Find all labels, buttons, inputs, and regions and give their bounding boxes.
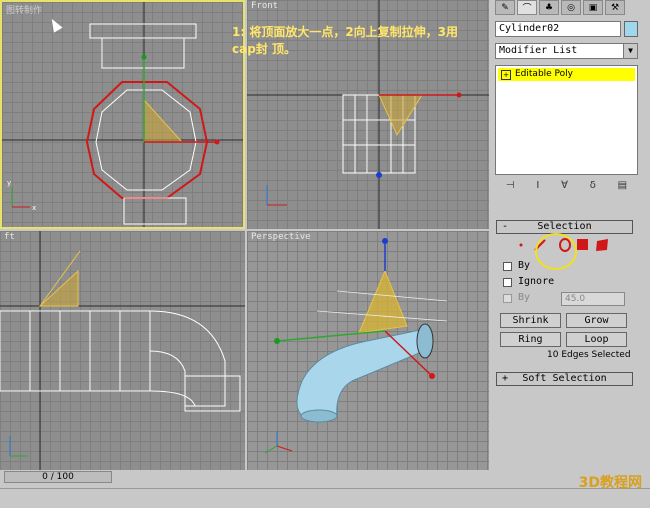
grow-button[interactable]: Grow xyxy=(566,313,627,328)
axis-y-label: y xyxy=(7,179,11,187)
viewport-top[interactable]: 图转制作 x y xyxy=(0,0,245,229)
selection-rollout-header[interactable]: - Selection xyxy=(496,220,633,234)
stack-toolbar: ⊣ Ⅰ ∀ δ ▤ xyxy=(495,180,638,194)
viewport-perspective[interactable]: Perspective xyxy=(247,231,489,470)
by-angle-label: By xyxy=(518,292,531,303)
time-slider-bar: 0 / 100 xyxy=(0,470,491,485)
expand-icon: + xyxy=(502,373,509,384)
modifier-stack[interactable]: + Editable Poly xyxy=(495,65,638,175)
tutorial-annotation: 1: 将顶面放大一点，2向上复制拉伸，3用cap封 顶。 xyxy=(232,25,459,56)
by-vertex-label: By xyxy=(518,260,531,271)
ring-button[interactable]: Ring xyxy=(500,332,561,347)
stack-item-editable-poly[interactable]: + Editable Poly xyxy=(498,68,635,81)
track-bar[interactable] xyxy=(0,488,650,508)
pin-stack-icon[interactable]: ⊣ xyxy=(506,180,515,194)
selection-rollout-title: Selection xyxy=(537,221,592,232)
axis-x-label: x xyxy=(32,204,36,212)
time-slider[interactable]: 0 / 100 xyxy=(4,471,112,483)
modifier-list-dropdown[interactable]: Modifier List ▼ xyxy=(495,43,638,59)
vertex-icon[interactable] xyxy=(519,243,523,247)
frame-counter: 0 / 100 xyxy=(42,472,74,482)
object-color-swatch[interactable] xyxy=(624,21,638,37)
hierarchy-icon[interactable]: ♣ xyxy=(539,0,559,15)
modify-icon[interactable]: ⌒ xyxy=(517,0,537,15)
ignore-backfacing-label: Ignore xyxy=(518,276,555,287)
stack-item-label: Editable Poly xyxy=(515,69,573,79)
show-end-result-icon[interactable]: Ⅰ xyxy=(536,180,539,194)
by-vertex-checkbox[interactable] xyxy=(503,262,512,271)
watermark-logo: 3D教程网 xyxy=(578,475,642,491)
top-view-wireframe: x y xyxy=(2,2,243,227)
configure-sets-icon[interactable]: ▤ xyxy=(618,180,627,194)
chevron-down-icon[interactable]: ▼ xyxy=(623,44,637,58)
by-angle-checkbox[interactable] xyxy=(503,294,512,303)
create-icon[interactable]: ✎ xyxy=(495,0,515,15)
highlight-circle xyxy=(535,233,577,270)
shrink-button[interactable]: Shrink xyxy=(500,313,561,328)
viewport-left[interactable]: ft xyxy=(0,231,245,470)
utilities-icon[interactable]: ⚒ xyxy=(605,0,625,15)
angle-value: 45.0 xyxy=(565,294,586,304)
motion-icon[interactable]: ◎ xyxy=(561,0,581,15)
display-icon[interactable]: ▣ xyxy=(583,0,603,15)
collapse-icon: - xyxy=(502,221,509,232)
loop-button[interactable]: Loop xyxy=(566,332,627,347)
modifier-list-label: Modifier List xyxy=(499,45,578,56)
expand-icon[interactable]: + xyxy=(501,70,511,80)
polygon-icon[interactable] xyxy=(577,239,588,250)
element-icon[interactable] xyxy=(596,239,608,251)
ignore-backfacing-checkbox[interactable] xyxy=(503,278,512,287)
perspective-model xyxy=(264,238,448,454)
make-unique-icon[interactable]: ∀ xyxy=(561,180,568,194)
soft-selection-rollout-header[interactable]: + Soft Selection xyxy=(496,372,633,386)
command-panel-tabs: ✎ ⌒ ♣ ◎ ▣ ⚒ xyxy=(495,0,645,15)
soft-selection-title: Soft Selection xyxy=(522,373,607,384)
object-name-field[interactable]: Cylinder02 xyxy=(495,21,621,37)
angle-spinner[interactable]: 45.0 xyxy=(561,292,625,306)
selection-status: 10 Edges Selected xyxy=(547,350,631,360)
remove-modifier-icon[interactable]: δ xyxy=(590,180,596,194)
left-view-wireframe xyxy=(0,231,245,470)
